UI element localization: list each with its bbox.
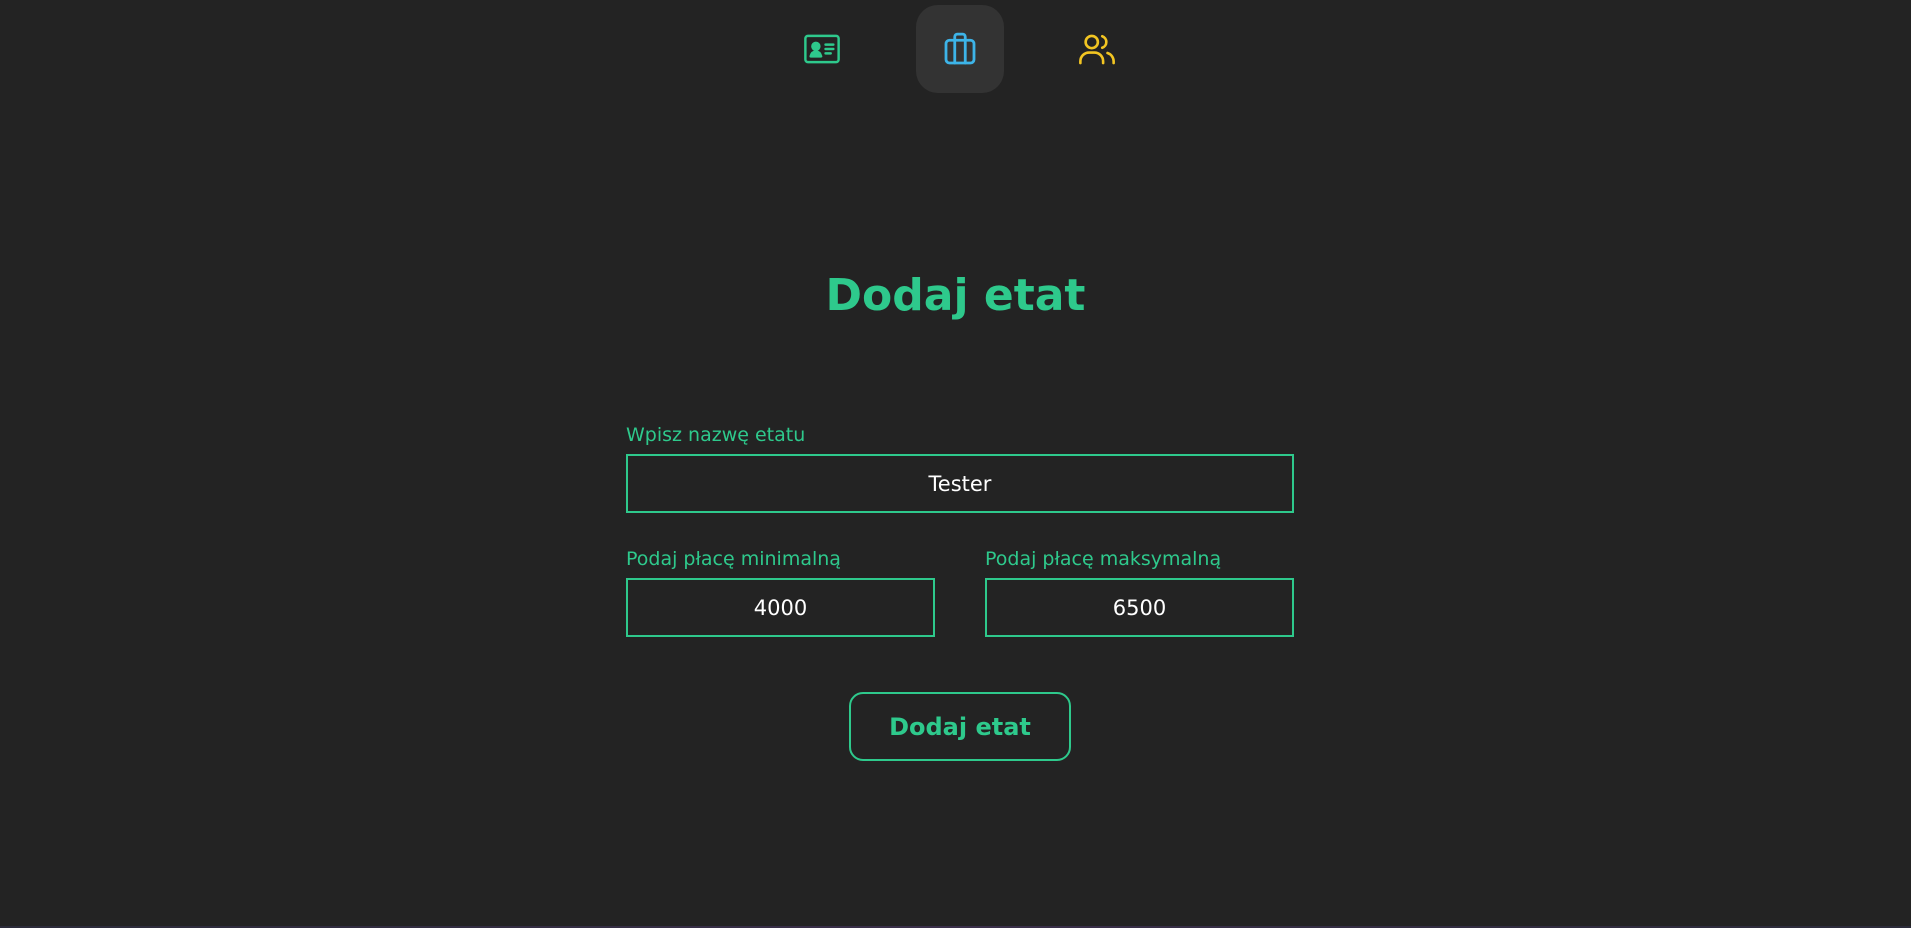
- nav-employees-button[interactable]: [778, 5, 866, 93]
- add-job-button[interactable]: Dodaj etat: [849, 692, 1071, 761]
- page-title: Dodaj etat: [825, 270, 1086, 321]
- min-salary-input[interactable]: [626, 578, 935, 637]
- max-salary-input[interactable]: [985, 578, 1294, 637]
- job-name-input[interactable]: [626, 454, 1294, 513]
- id-card-icon: [804, 34, 840, 64]
- nav-jobs-button[interactable]: [916, 5, 1004, 93]
- briefcase-icon: [944, 32, 976, 65]
- min-salary-label: Podaj płacę minimalną: [626, 548, 841, 570]
- max-salary-label: Podaj płacę maksymalną: [985, 548, 1222, 570]
- job-name-label: Wpisz nazwę etatu: [626, 424, 806, 446]
- users-icon: [1079, 34, 1115, 65]
- page: Dodaj etat Wpisz nazwę etatu Podaj płacę…: [0, 0, 1911, 928]
- nav-teams-button[interactable]: [1053, 5, 1141, 93]
- top-nav: [0, 5, 1911, 93]
